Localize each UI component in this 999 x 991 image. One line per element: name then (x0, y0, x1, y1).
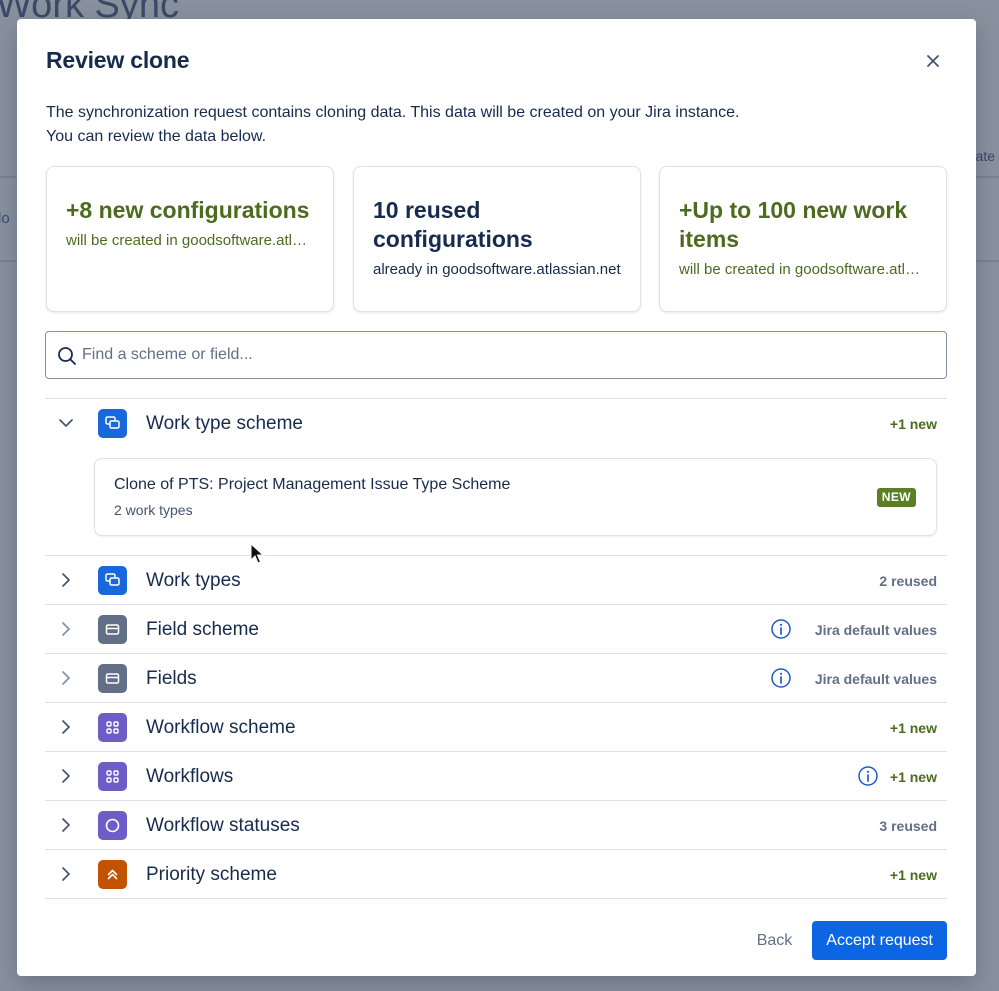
background-text-fragment: ate (975, 148, 995, 164)
close-icon (927, 55, 939, 67)
config-row-work-type-scheme[interactable]: Work type scheme +1 new Clone of PTS: Pr… (45, 398, 947, 555)
review-clone-modal: Review clone The synchronization request… (17, 19, 976, 976)
field-icon (98, 664, 127, 693)
search-field (45, 331, 947, 379)
chevron-right-icon[interactable] (56, 766, 76, 786)
chevron-right-icon[interactable] (56, 619, 76, 639)
config-row-workflow-scheme[interactable]: Workflow scheme +1 new (45, 702, 947, 751)
card-subtitle: will be created in goodsoftware.atlassia… (66, 232, 314, 249)
row-label: Fields (146, 668, 197, 689)
row-label: Work types (146, 570, 241, 591)
chevron-right-icon[interactable] (56, 668, 76, 688)
row-status: +1 new (889, 416, 937, 432)
workflow-icon (98, 762, 127, 791)
search-icon (58, 347, 76, 365)
work-type-icon (98, 566, 127, 595)
field-icon (98, 615, 127, 644)
info-icon[interactable] (857, 765, 879, 787)
chevron-right-icon[interactable] (56, 570, 76, 590)
expanded-item-meta: 2 work types (114, 502, 193, 518)
row-label: Workflow scheme (146, 717, 296, 738)
chevron-right-icon[interactable] (56, 815, 76, 835)
status-icon (98, 811, 127, 840)
config-row-field-scheme[interactable]: Field scheme Jira default values (45, 604, 947, 653)
row-status: 3 reused (879, 818, 937, 834)
intro-line: You can review the data below. (46, 128, 267, 145)
search-input[interactable] (82, 332, 938, 378)
intro-text: The synchronization request contains clo… (46, 101, 739, 149)
modal-footer: Back Accept request (743, 921, 947, 960)
row-label: Workflow statuses (146, 815, 300, 836)
priority-icon (98, 860, 127, 889)
row-label: Workflows (146, 766, 234, 787)
accept-request-button[interactable]: Accept request (812, 921, 947, 960)
mouse-cursor-icon (250, 543, 264, 564)
chevron-right-icon[interactable] (56, 864, 76, 884)
chevron-down-icon[interactable] (56, 413, 76, 433)
workflow-icon (98, 713, 127, 742)
chevron-right-icon[interactable] (56, 717, 76, 737)
row-status: +1 new (889, 720, 937, 736)
card-title: +Up to 100 new work items (679, 197, 908, 252)
card-subtitle: already in goodsoftware.atlassian.net (373, 261, 621, 278)
new-badge: NEW (876, 488, 916, 507)
modal-header: Review clone (46, 47, 947, 77)
expanded-item-card: Clone of PTS: Project Management Issue T… (94, 458, 937, 536)
work-type-icon (98, 409, 127, 438)
card-subtitle: will be created in goodsoftware.atlassia… (679, 261, 927, 278)
expanded-item-title: Clone of PTS: Project Management Issue T… (114, 476, 511, 493)
row-status: +1 new (889, 769, 937, 785)
config-row-fields[interactable]: Fields Jira default values (45, 653, 947, 702)
config-row-workflow-statuses[interactable]: Workflow statuses 3 reused (45, 800, 947, 849)
row-status: Jira default values (814, 671, 937, 687)
background-text-fragment: lo (0, 210, 10, 227)
summary-card-new-configurations: +8 new configurations will be created in… (46, 166, 334, 312)
row-status: 2 reused (879, 573, 937, 589)
summary-card-new-work-items: +Up to 100 new work items will be create… (659, 166, 947, 312)
modal-title: Review clone (46, 47, 190, 73)
card-title: +8 new configurations (66, 197, 310, 223)
row-label: Priority scheme (146, 864, 277, 885)
intro-line: The synchronization request contains clo… (46, 104, 740, 121)
close-button[interactable] (919, 47, 947, 75)
info-icon[interactable] (770, 618, 792, 640)
summary-cards: +8 new configurations will be created in… (46, 166, 947, 312)
config-row-work-types[interactable]: Work types 2 reused (45, 555, 947, 604)
back-button[interactable]: Back (743, 921, 807, 960)
card-title: 10 reused configurations (373, 197, 533, 252)
info-icon[interactable] (770, 667, 792, 689)
row-label: Work type scheme (146, 413, 303, 434)
config-row-workflows[interactable]: Workflows +1 new (45, 751, 947, 800)
row-status: Jira default values (814, 622, 937, 638)
list-divider (45, 898, 947, 899)
summary-card-reused-configurations: 10 reused configurations already in good… (353, 166, 641, 312)
config-row-priority-scheme[interactable]: Priority scheme +1 new (45, 849, 947, 898)
row-label: Field scheme (146, 619, 259, 640)
row-status: +1 new (889, 867, 937, 883)
